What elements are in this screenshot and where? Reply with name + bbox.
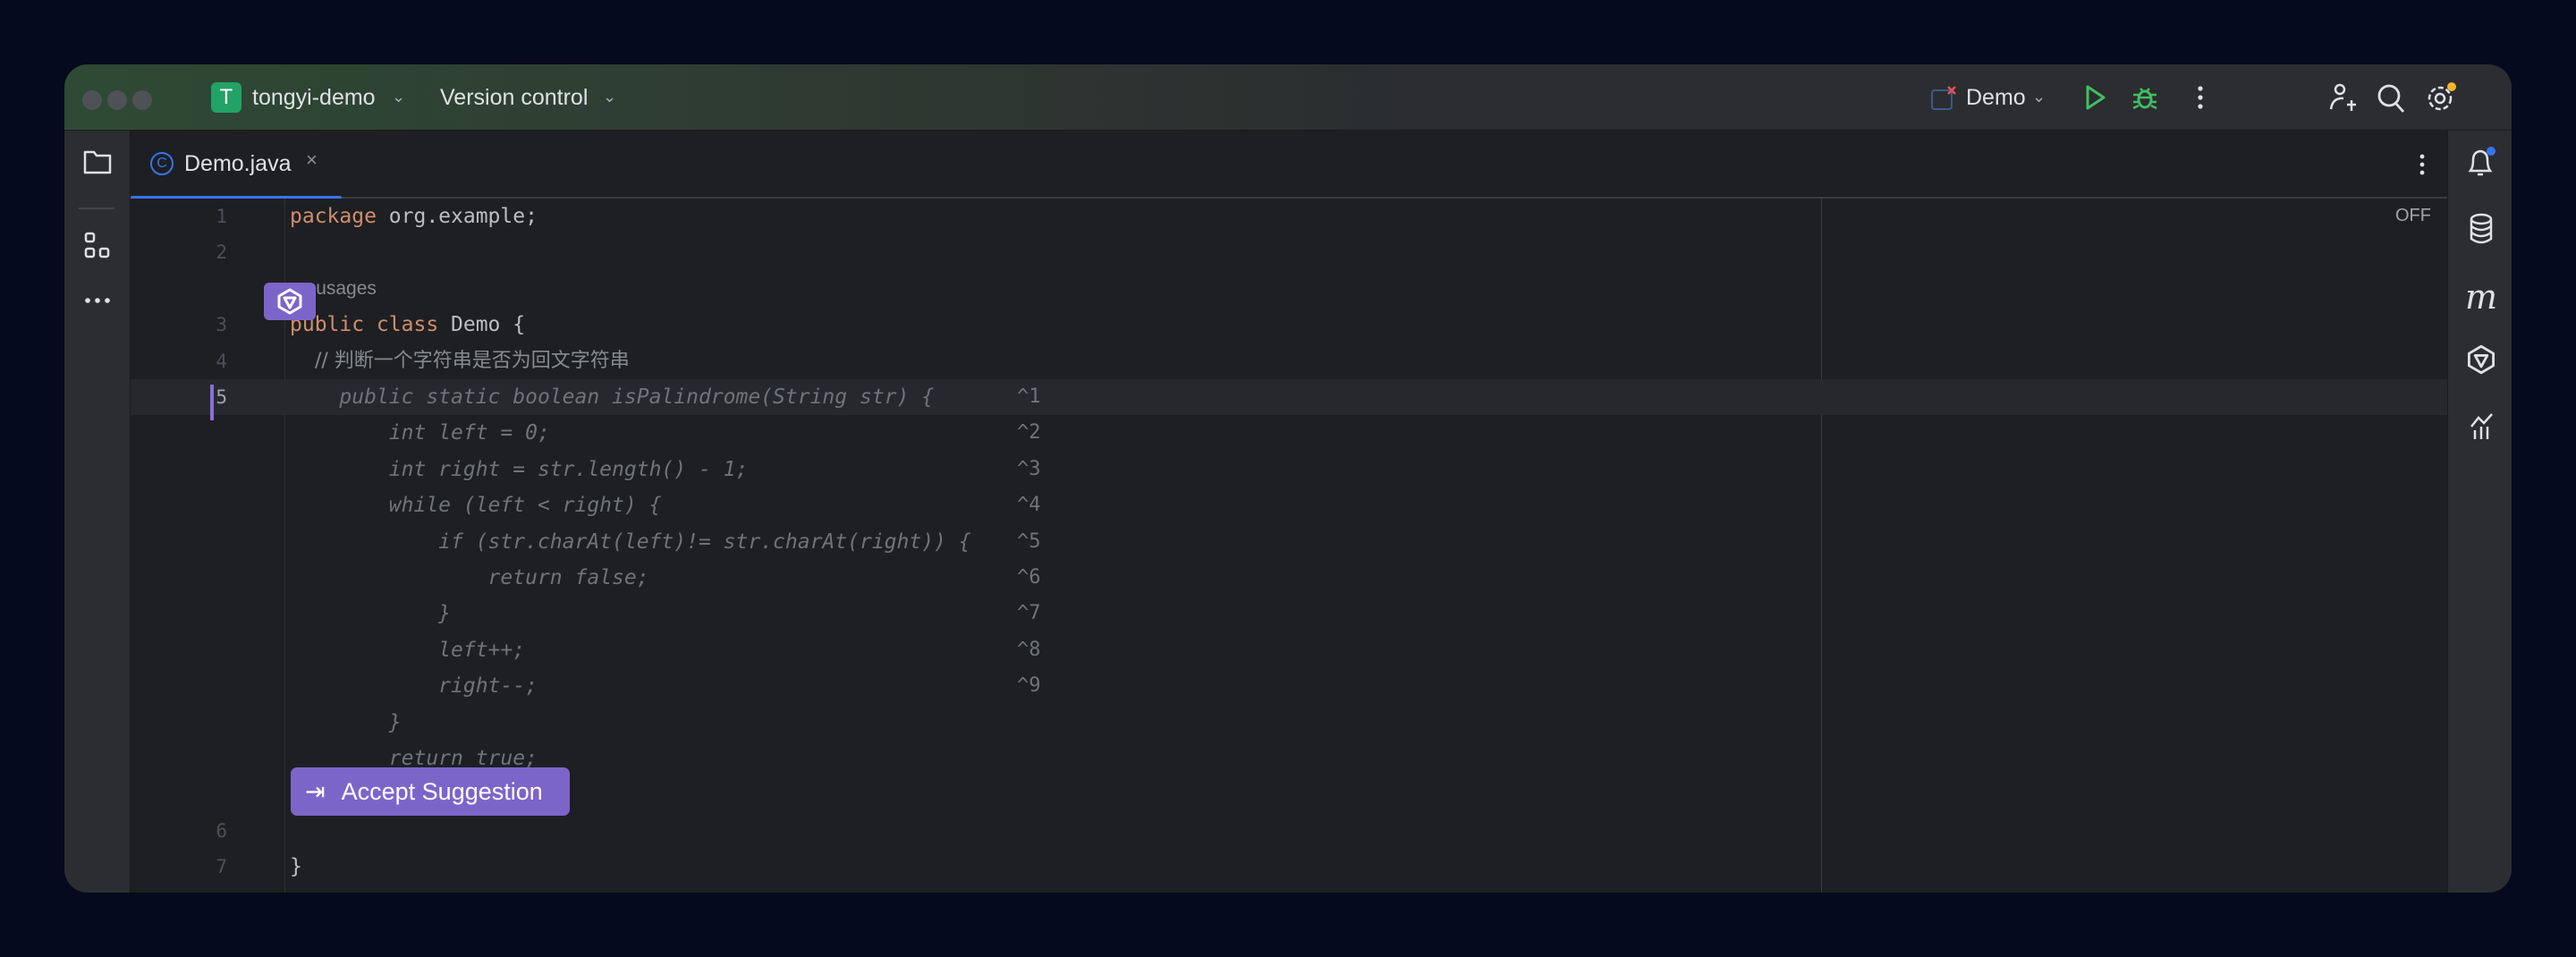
left-tool-stripe xyxy=(64,131,131,893)
minimize-window-button[interactable] xyxy=(107,90,127,110)
add-user-icon[interactable] xyxy=(2327,82,2358,114)
accept-suggestion-label: Accept Suggestion xyxy=(341,777,543,805)
close-tab-icon[interactable]: × xyxy=(306,148,318,172)
tongyi-lingma-icon[interactable] xyxy=(2464,342,2498,377)
close-window-button[interactable] xyxy=(82,90,102,110)
tab-demo-java[interactable]: C Demo.java × xyxy=(131,131,342,200)
ghost-code-text: int right = str.length() - 1; xyxy=(290,457,749,481)
text-cursor xyxy=(210,385,214,420)
shortcut-hint: ^8 xyxy=(1017,638,1041,661)
ghost-code-text: } xyxy=(290,710,402,734)
notifications-icon[interactable] xyxy=(2464,145,2498,181)
ghost-suggestion-line: return false; ^6 xyxy=(131,560,2447,596)
code-line-5: 5 public static boolean isPalindrome(Str… xyxy=(131,379,2447,416)
tab-label: Demo.java xyxy=(184,151,292,176)
vcs-menu[interactable]: Version control xyxy=(440,84,588,111)
shortcut-hint: ^4 xyxy=(1017,494,1041,517)
line-number: 6 xyxy=(216,819,227,842)
shortcut-hint: ^1 xyxy=(1017,385,1041,408)
maven-icon[interactable]: m xyxy=(2464,277,2498,317)
chevron-down-icon[interactable]: ⌄ xyxy=(2032,88,2046,106)
zoom-window-button[interactable] xyxy=(132,90,152,110)
structure-icon[interactable] xyxy=(80,229,114,263)
project-folder-icon[interactable] xyxy=(80,147,114,177)
ghost-suggestion-line: int left = 0; ^2 xyxy=(131,415,2447,451)
project-badge[interactable]: T xyxy=(211,82,242,113)
ghost-code-text: if (str.charAt(left)!= str.charAt(right)… xyxy=(290,529,971,554)
shortcut-hint: ^9 xyxy=(1017,674,1041,698)
usage-hint-row: no usages xyxy=(131,271,2447,307)
run-icon[interactable] xyxy=(2082,84,2109,111)
code-line-4: 4 // 判断一个字符串是否为回文字符串 xyxy=(131,343,2447,379)
code-text: package org.example; xyxy=(290,205,538,228)
title-bar: T tongyi-demo ⌄ Version control ⌄ Demo ⌄ xyxy=(64,64,2512,131)
tab-key-icon: ⇥ xyxy=(305,777,326,805)
line-number: 3 xyxy=(216,314,227,336)
run-config-icon[interactable] xyxy=(1930,86,1957,111)
more-vertical-icon[interactable] xyxy=(2195,84,2206,111)
shortcut-hint: ^3 xyxy=(1017,457,1041,480)
line-number: 4 xyxy=(216,350,227,372)
line-number: 7 xyxy=(216,856,227,878)
chevron-down-icon[interactable]: ⌄ xyxy=(603,88,616,106)
ghost-suggestion-line: } ^7 xyxy=(131,596,2447,631)
accept-suggestion-button[interactable]: ⇥ Accept Suggestion xyxy=(291,767,570,816)
database-icon[interactable] xyxy=(2464,211,2498,247)
tongyi-ai-icon[interactable] xyxy=(264,283,316,320)
shortcut-hint: ^5 xyxy=(1017,529,1041,553)
ghost-code-text: public static boolean isPalindrome(Strin… xyxy=(290,385,935,409)
line-number: 2 xyxy=(216,241,227,264)
line-number: 5 xyxy=(216,386,227,408)
debug-icon[interactable] xyxy=(2131,84,2159,111)
ide-window: T tongyi-demo ⌄ Version control ⌄ Demo ⌄ xyxy=(64,64,2512,893)
editor-tab-bar: C Demo.java × xyxy=(131,131,2447,200)
code-text: public class Demo { xyxy=(290,313,526,337)
right-tool-stripe: m xyxy=(2447,131,2512,893)
settings-icon[interactable] xyxy=(2424,80,2458,114)
profiler-icon[interactable] xyxy=(2464,408,2498,444)
ghost-suggestion-line: left++; ^8 xyxy=(131,632,2447,668)
shortcut-hint: ^2 xyxy=(1017,421,1041,445)
code-line-3: 3 public class Demo { xyxy=(131,307,2447,343)
comment-text: // 判断一个字符串是否为回文字符串 xyxy=(290,349,630,372)
chevron-down-icon[interactable]: ⌄ xyxy=(392,88,405,106)
ghost-suggestion-line: right--; ^9 xyxy=(131,668,2447,704)
ghost-code-text: return false; xyxy=(290,566,649,589)
line-number: 1 xyxy=(216,206,227,227)
ghost-code-text: while (left < right) { xyxy=(290,494,662,518)
ghost-code-text: int left = 0; xyxy=(290,421,550,445)
ghost-suggestion-line: } xyxy=(131,705,2447,741)
class-file-icon: C xyxy=(150,152,174,175)
code-line-7: 7} xyxy=(131,849,2447,885)
code-text: } xyxy=(290,855,302,879)
run-config-selector[interactable]: Demo xyxy=(1966,84,2026,111)
search-icon[interactable] xyxy=(2376,82,2406,114)
ghost-code-text: right--; xyxy=(290,674,538,699)
code-line-1: 1 package org.example; xyxy=(131,199,2447,234)
ghost-suggestion-line: int right = str.length() - 1; ^3 xyxy=(131,452,2447,487)
shortcut-hint: ^6 xyxy=(1017,566,1041,589)
shortcut-hint: ^7 xyxy=(1017,602,1041,625)
more-horizontal-icon[interactable] xyxy=(80,292,114,309)
ghost-suggestion-line: while (left < right) { ^4 xyxy=(131,487,2447,523)
project-selector[interactable]: tongyi-demo xyxy=(252,84,376,111)
divider xyxy=(79,207,114,209)
ghost-code-text: } xyxy=(290,602,452,626)
code-line-2: 2 xyxy=(131,234,2447,270)
code-line-6: 6 xyxy=(131,813,2447,849)
ghost-code-text: left++; xyxy=(290,638,526,662)
tab-options-icon[interactable] xyxy=(2417,152,2428,177)
ghost-suggestion-line: if (str.charAt(left)!= str.charAt(right)… xyxy=(131,524,2447,560)
